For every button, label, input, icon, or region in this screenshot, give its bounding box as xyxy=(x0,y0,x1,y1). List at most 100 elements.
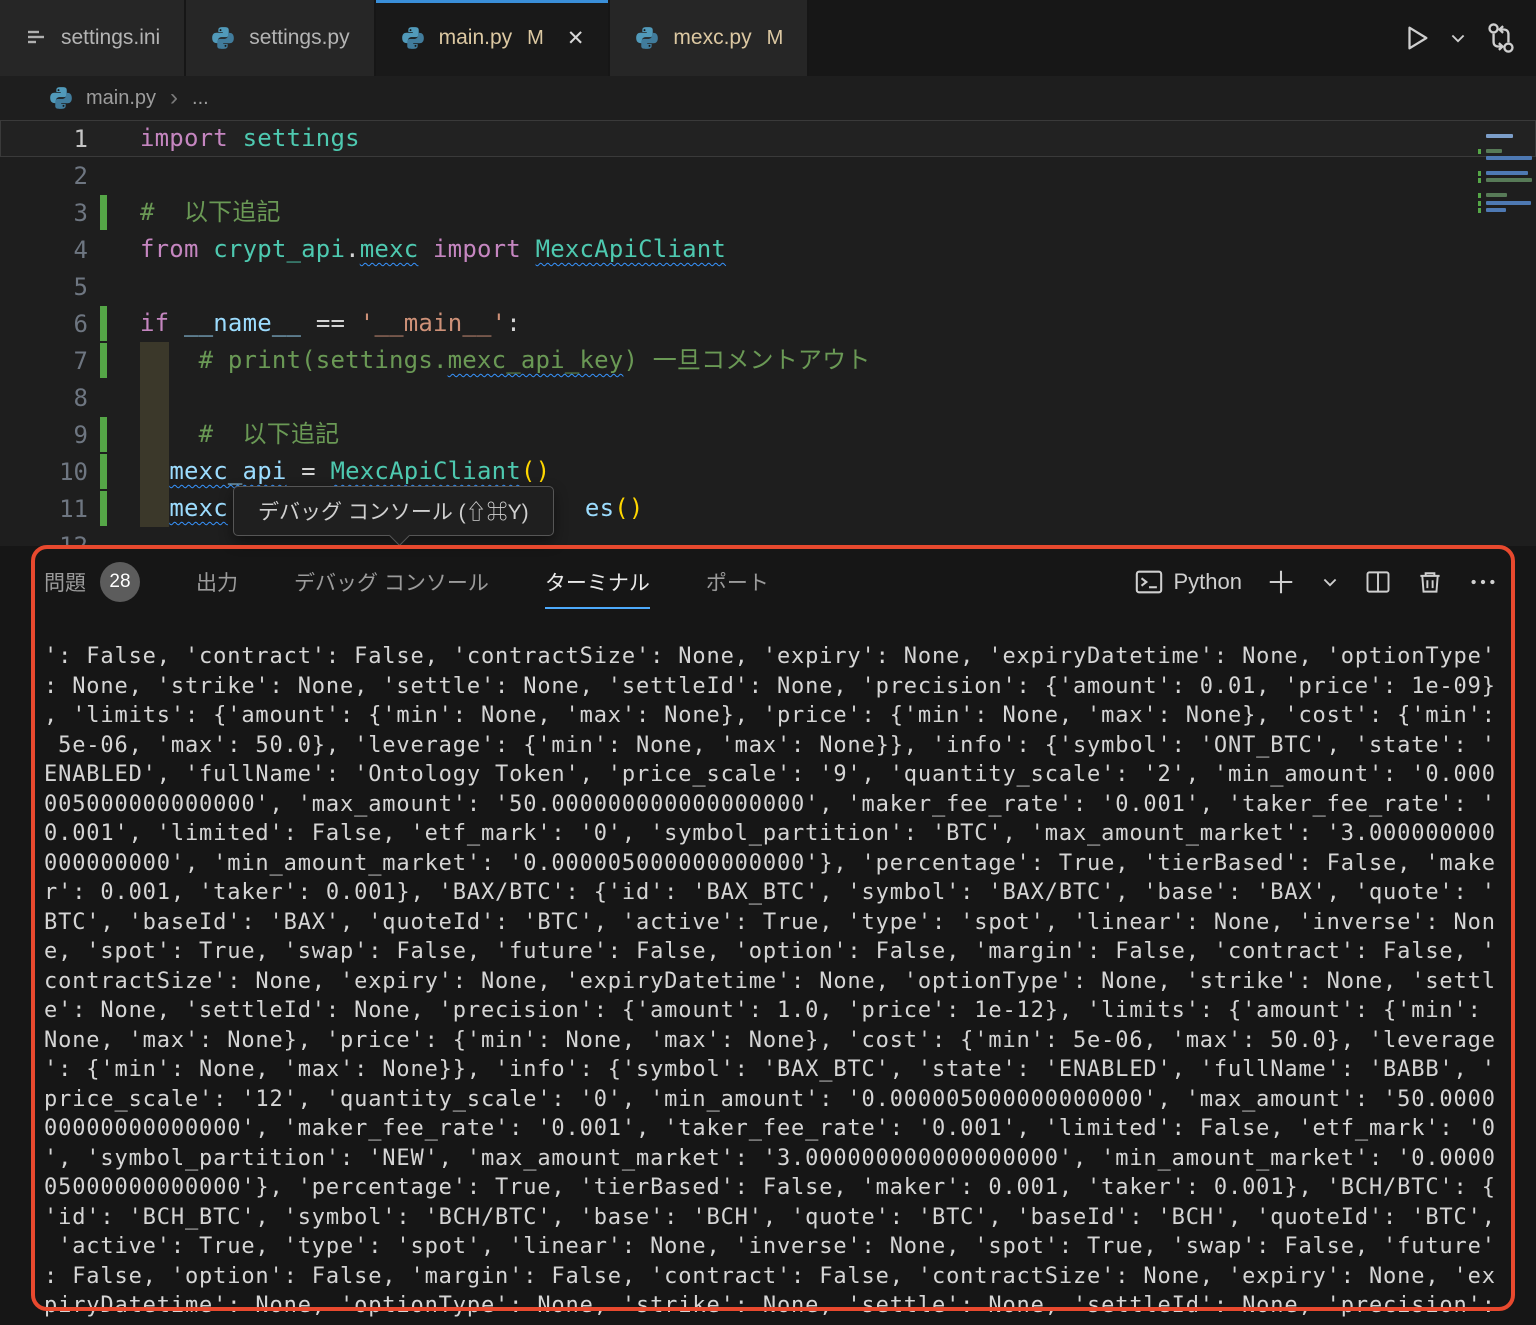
code-text: from crypt_api.mexc import MexcApiCliant xyxy=(88,231,726,268)
terminal-line: price_scale': '12', 'quantity_scale': '0… xyxy=(44,1085,1530,1115)
panel-tab-terminal[interactable]: ターミナル xyxy=(545,555,650,609)
editor-tab-bar: settings.ini settings.py main.py M ✕ mexc.py M xyxy=(0,0,1536,76)
editor-tab-main-py[interactable]: main.py M ✕ xyxy=(376,0,611,76)
terminal-shell-selector[interactable]: Python xyxy=(1134,567,1243,597)
terminal-line: None, 'max': None}, 'price': {'min': Non… xyxy=(44,1026,1530,1056)
line-number: 8 xyxy=(0,384,88,412)
code-text: # print(settings.mexc_api_key) 一旦コメントアウト xyxy=(88,342,871,379)
terminal-line: 5e-06, 'max': 50.0}, 'leverage': {'min':… xyxy=(44,731,1530,761)
line-number: 7 xyxy=(0,347,88,375)
terminal-line: : False, 'option': False, 'margin': Fals… xyxy=(44,1262,1530,1292)
code-text: # 以下追記 xyxy=(88,194,281,231)
code-text: # 以下追記 xyxy=(88,416,339,453)
line-number: 3 xyxy=(0,199,88,227)
code-line-3[interactable]: 3# 以下追記 xyxy=(0,194,1536,231)
split-terminal-button[interactable] xyxy=(1364,568,1392,596)
kill-terminal-button[interactable] xyxy=(1416,568,1444,596)
minimap-line xyxy=(1478,134,1534,139)
line-number: 11 xyxy=(0,495,88,523)
terminal-line: ENABLED', 'fullName': 'Ontology Token', … xyxy=(44,760,1530,790)
minimap-line xyxy=(1478,141,1534,146)
tab-label: mexc.py xyxy=(673,26,751,50)
breadcrumb-file[interactable]: main.py xyxy=(86,87,156,110)
terminal-line: 0.001', 'limited': False, 'etf_mark': '0… xyxy=(44,819,1530,849)
code-line-2[interactable]: 2 xyxy=(0,157,1536,194)
minimap-line xyxy=(1478,208,1534,213)
tab-label: settings.py xyxy=(249,26,349,50)
terminal-line: ', 'symbol_partition': 'NEW', 'max_amoun… xyxy=(44,1144,1530,1174)
run-dropdown[interactable] xyxy=(1448,28,1468,48)
panel-tab-output[interactable]: 出力 xyxy=(196,555,238,609)
modified-badge: M xyxy=(767,27,784,50)
vscode-window: settings.ini settings.py main.py M ✕ mexc.py M… xyxy=(0,0,1536,1325)
editor-tab-settings-py[interactable]: settings.py xyxy=(186,0,375,76)
code-editor[interactable]: 1import settings23# 以下追記4from crypt_api.… xyxy=(0,120,1536,550)
terminal-line: r': 0.001, 'taker': 0.001}, 'BAX/BTC': {… xyxy=(44,878,1530,908)
terminal-line: ': False, 'contract': False, 'contractSi… xyxy=(44,642,1530,672)
terminal-line: : None, 'strike': None, 'settle': None, … xyxy=(44,672,1530,702)
code-text: mexc_api = MexcApiCliant() xyxy=(88,453,550,490)
breadcrumb: main.py › ... xyxy=(0,76,1536,120)
line-number: 10 xyxy=(0,458,88,486)
code-line-9[interactable]: 9 # 以下追記 xyxy=(0,416,1536,453)
panel-tab-label: ポート xyxy=(706,567,769,597)
open-changes-button[interactable] xyxy=(1484,21,1518,55)
minimap-line xyxy=(1478,186,1534,191)
panel-tab-problems[interactable]: 問題28 xyxy=(44,550,140,614)
panel-more-actions-button[interactable] xyxy=(1468,567,1498,597)
terminal-output[interactable]: ': False, 'contract': False, 'contractSi… xyxy=(44,642,1530,1325)
python-icon xyxy=(634,25,660,51)
minimap-line xyxy=(1478,164,1534,169)
panel-tab-label: 出力 xyxy=(196,567,238,597)
terminal-icon xyxy=(1134,567,1164,597)
code-text: if __name__ == '__main__': xyxy=(88,305,521,342)
panel-tab-ports[interactable]: ポート xyxy=(706,555,769,609)
terminal-line: 00000000000000', 'maker_fee_rate': '0.00… xyxy=(44,1114,1530,1144)
terminal-line: 000000000', 'min_amount_market': '0.0000… xyxy=(44,849,1530,879)
line-number: 2 xyxy=(0,162,88,190)
python-icon xyxy=(48,85,74,111)
terminal-line: 'id': 'BCH_BTC', 'symbol': 'BCH/BTC', 'b… xyxy=(44,1203,1530,1233)
line-number: 9 xyxy=(0,421,88,449)
terminal-line: piryDatetime': None, 'optionType': None,… xyxy=(44,1291,1530,1321)
line-number: 1 xyxy=(0,125,88,153)
tooltip-text: デバッグ コンソール (⇧⌘Y) xyxy=(258,496,529,526)
code-line-4[interactable]: 4from crypt_api.mexc import MexcApiClian… xyxy=(0,231,1536,268)
tab-label: settings.ini xyxy=(61,26,160,50)
new-terminal-button[interactable] xyxy=(1266,567,1296,597)
editor-tab-settings-ini[interactable]: settings.ini xyxy=(0,0,186,76)
code-line-1[interactable]: 1import settings xyxy=(0,120,1536,157)
panel-tab-label: ターミナル xyxy=(545,567,650,597)
problems-count-badge: 28 xyxy=(100,562,140,602)
tab-label: main.py xyxy=(439,26,513,50)
terminal-profile-dropdown[interactable] xyxy=(1320,572,1340,592)
breadcrumb-symbol[interactable]: ... xyxy=(192,87,209,110)
code-line-6[interactable]: 6if __name__ == '__main__': xyxy=(0,305,1536,342)
ini-file-icon xyxy=(24,26,48,50)
code-line-11[interactable]: 11 mexces() xyxy=(0,490,1536,527)
close-icon[interactable]: ✕ xyxy=(567,26,585,51)
terminal-shell-label: Python xyxy=(1174,569,1243,595)
code-line-7[interactable]: 7 # print(settings.mexc_api_key) 一旦コメントア… xyxy=(0,342,1536,379)
minimap-line xyxy=(1478,215,1534,220)
editor-tab-mexc-py[interactable]: mexc.py M xyxy=(610,0,809,76)
modified-badge: M xyxy=(527,27,544,50)
debug-console-tooltip: デバッグ コンソール (⇧⌘Y) xyxy=(233,486,554,536)
python-icon xyxy=(400,25,426,51)
terminal-line: contractSize': None, 'expiry': None, 'ex… xyxy=(44,967,1530,997)
code-line-5[interactable]: 5 xyxy=(0,268,1536,305)
minimap-line xyxy=(1478,149,1534,154)
code-line-10[interactable]: 10 mexc_api = MexcApiCliant() xyxy=(0,453,1536,490)
panel-tab-debug-console[interactable]: デバッグ コンソール xyxy=(294,555,489,609)
terminal-line: e': None, 'settleId': None, 'precision':… xyxy=(44,996,1530,1026)
terminal-line: {'amount': 0.001, 'price': 1e-06}, 'limi… xyxy=(44,1321,1530,1325)
line-number: 6 xyxy=(0,310,88,338)
minimap-line xyxy=(1478,193,1534,198)
line-number: 4 xyxy=(0,236,88,264)
minimap[interactable] xyxy=(1478,134,1534,223)
terminal-line: 005000000000000', 'max_amount': '50.0000… xyxy=(44,790,1530,820)
code-line-8[interactable]: 8 xyxy=(0,379,1536,416)
chevron-right-icon: › xyxy=(170,84,178,112)
terminal-line: 'active': True, 'type': 'spot', 'linear'… xyxy=(44,1232,1530,1262)
run-button[interactable] xyxy=(1402,23,1432,53)
